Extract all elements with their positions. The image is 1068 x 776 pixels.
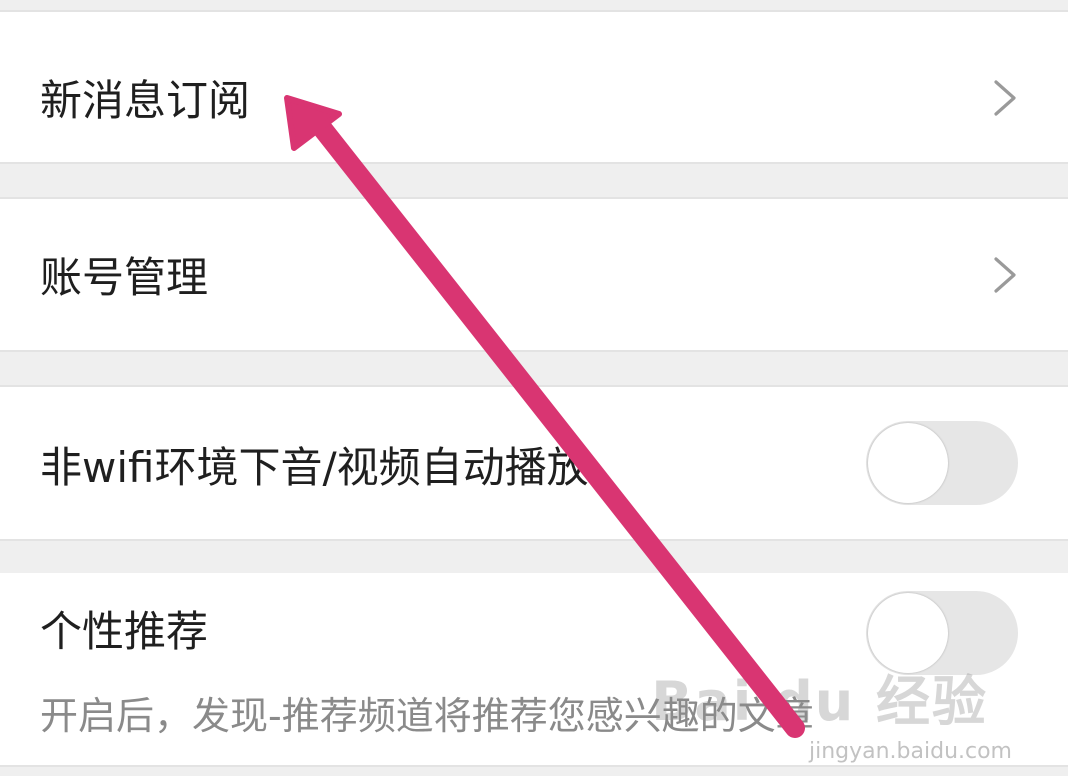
chevron-right-icon [994, 80, 1016, 116]
toggle-knob [868, 423, 948, 503]
settings-item-label: 个性推荐 [40, 607, 209, 656]
settings-item-account-management[interactable]: 账号管理 [0, 197, 1068, 352]
watermark-url: jingyan.baidu.com [808, 739, 1012, 764]
settings-item-new-message-subscription[interactable]: 新消息订阅 [0, 10, 1068, 164]
chevron-right-icon [994, 257, 1016, 293]
settings-item-label: 新消息订阅 [40, 76, 251, 125]
settings-item-label: 账号管理 [40, 253, 209, 302]
settings-item-autoplay-non-wifi: 非wifi环境下音/视频自动播放 [0, 385, 1068, 541]
settings-item-label: 非wifi环境下音/视频自动播放 [40, 443, 589, 492]
watermark-logo: Bai du 经验 [651, 670, 988, 733]
autoplay-toggle[interactable] [866, 421, 1018, 505]
